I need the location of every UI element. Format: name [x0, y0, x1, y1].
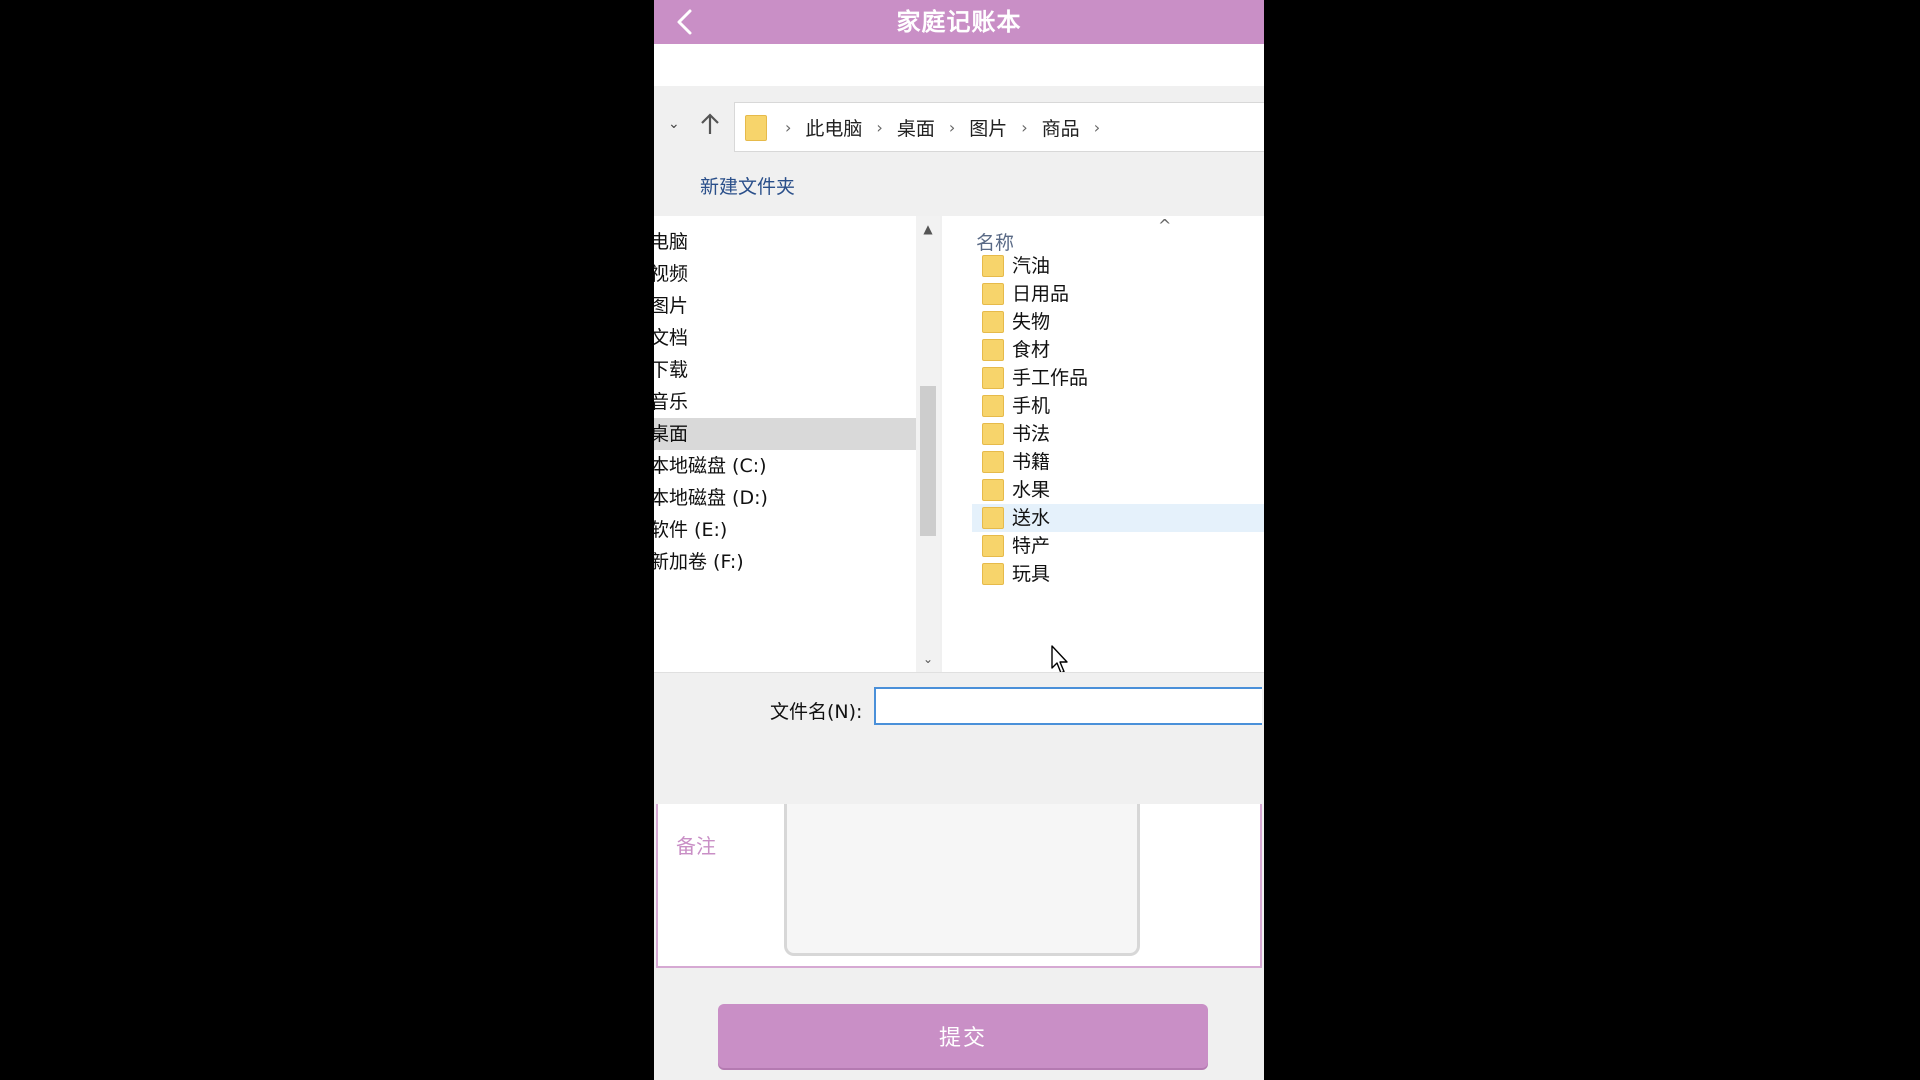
file-list: 名称 ^ 汽油日用品失物食材手工作品手机书法书籍水果送水特产玩具	[942, 216, 1264, 672]
folder-name: 日用品	[1012, 283, 1070, 305]
remark-textarea[interactable]	[784, 804, 1140, 956]
folder-name: 手工作品	[1012, 367, 1089, 389]
nav-item[interactable]: 桌面	[654, 418, 916, 450]
folder-icon	[982, 563, 1004, 585]
folder-icon	[982, 535, 1004, 557]
folder-name: 书法	[1012, 423, 1051, 445]
folder-name: 玩具	[1012, 563, 1051, 585]
folder-row[interactable]: 手工作品	[972, 364, 1264, 392]
folder-name: 书籍	[1012, 451, 1051, 473]
app-title: 家庭记账本	[896, 8, 1022, 36]
folder-icon	[982, 311, 1004, 333]
nav-item-label: 桌面	[654, 423, 689, 445]
file-open-dialog: ⌄ › 此电脑 › 桌面 › 图片 › 商品 › 新建文件夹 电脑 视频 图片 …	[654, 44, 1264, 805]
navigation-bar: ⌄ › 此电脑 › 桌面 › 图片 › 商品 ›	[654, 100, 1264, 152]
nav-item[interactable]: 本地磁盘 (D:)	[654, 482, 916, 514]
new-folder-button[interactable]: 新建文件夹	[700, 172, 795, 199]
folder-icon	[745, 115, 767, 141]
folder-icon	[982, 395, 1004, 417]
address-bar[interactable]: › 此电脑 › 桌面 › 图片 › 商品 ›	[734, 102, 1264, 152]
breadcrumb-desktop[interactable]: 桌面	[897, 114, 935, 141]
up-folder-button[interactable]	[698, 110, 722, 138]
nav-item-label: 下载	[654, 359, 689, 381]
sort-ascending-icon: ^	[1158, 216, 1172, 235]
folder-row[interactable]: 书籍	[972, 448, 1264, 476]
folder-icon	[982, 507, 1004, 529]
folder-name: 水果	[1012, 479, 1051, 501]
remark-label: 备注	[676, 834, 716, 858]
navigation-pane: 电脑视频图片文档下载音乐桌面本地磁盘 (C:) 本地磁盘 (D:) 软件 (E:) 新…	[654, 216, 916, 672]
folder-row[interactable]: 汽油	[972, 252, 1264, 280]
nav-item[interactable]: 电脑	[654, 226, 916, 258]
scrollbar-thumb[interactable]	[920, 386, 936, 536]
folder-icon	[982, 423, 1004, 445]
folder-row[interactable]: 书法	[972, 420, 1264, 448]
arrow-up-icon	[701, 113, 719, 134]
nav-item[interactable]: 文档	[654, 322, 916, 354]
chevron-right-icon: ›	[785, 117, 792, 137]
folder-row[interactable]: 送水	[972, 504, 1264, 532]
filename-label: 文件名(N):	[770, 701, 863, 723]
folder-row[interactable]: 玩具	[972, 560, 1264, 588]
chevron-right-icon[interactable]: ›	[1094, 118, 1100, 137]
folder-icon	[982, 283, 1004, 305]
nav-item[interactable]: 软件 (E:)	[654, 514, 916, 546]
breadcrumb-products[interactable]: 商品	[1042, 114, 1080, 141]
folder-name: 手机	[1012, 395, 1051, 417]
nav-item-label: 电脑	[654, 231, 689, 253]
submit-button[interactable]: 提交	[718, 1004, 1208, 1068]
recent-locations-dropdown[interactable]: ⌄	[668, 116, 680, 132]
nav-item-label: 本地磁盘 (D:)	[654, 487, 768, 509]
filename-area: 文件名(N):	[654, 672, 1264, 805]
remark-section: 备注	[656, 804, 1262, 968]
nav-item[interactable]: 图片	[654, 290, 916, 322]
folder-name: 食材	[1012, 339, 1051, 361]
folder-icon	[982, 367, 1004, 389]
dialog-toolbar: 新建文件夹	[654, 154, 1264, 214]
nav-item-label: 新加卷 (F:)	[654, 551, 744, 573]
chevron-right-icon[interactable]: ›	[949, 118, 955, 137]
phone-screen: 家庭记账本 ⌄ › 此电脑 › 桌面 › 图片 › 商品 › 新建文件夹 电脑 …	[654, 0, 1264, 1080]
dialog-top-area	[654, 44, 1264, 86]
nav-item-label: 软件 (E:)	[654, 519, 728, 541]
folder-row[interactable]: 日用品	[972, 280, 1264, 308]
chevron-right-icon[interactable]: ›	[1021, 118, 1027, 137]
nav-item[interactable]: 视频	[654, 258, 916, 290]
nav-item-label: 图片	[654, 295, 689, 317]
nav-item[interactable]: 音乐	[654, 386, 916, 418]
scroll-up-icon[interactable]: ▲	[921, 222, 935, 236]
folder-row[interactable]: 特产	[972, 532, 1264, 560]
folder-name: 失物	[1012, 311, 1051, 333]
folder-name: 送水	[1012, 507, 1051, 529]
folder-row[interactable]: 失物	[972, 308, 1264, 336]
chevron-right-icon[interactable]: ›	[876, 118, 882, 137]
nav-item[interactable]: 本地磁盘 (C:)	[654, 450, 916, 482]
scroll-down-icon[interactable]: ⌄	[921, 652, 935, 666]
breadcrumb: › 此电脑 › 桌面 › 图片 › 商品 ›	[771, 103, 1114, 151]
folder-row[interactable]: 水果	[972, 476, 1264, 504]
folder-row[interactable]: 食材	[972, 336, 1264, 364]
folder-icon	[982, 479, 1004, 501]
filename-input[interactable]	[874, 687, 1262, 725]
nav-item[interactable]: 下载	[654, 354, 916, 386]
nav-item-label: 视频	[654, 263, 689, 285]
nav-item-label: 本地磁盘 (C:)	[654, 455, 767, 477]
nav-item[interactable]: 新加卷 (F:)	[654, 546, 916, 578]
folder-row[interactable]: 手机	[972, 392, 1264, 420]
column-header-name[interactable]: 名称	[976, 228, 1014, 255]
folder-name: 特产	[1012, 535, 1051, 557]
folder-icon	[982, 255, 1004, 277]
breadcrumb-this-pc[interactable]: 此电脑	[805, 114, 862, 141]
folder-icon	[982, 451, 1004, 473]
folder-icon	[982, 339, 1004, 361]
navigation-scrollbar[interactable]: ▲ ⌄	[916, 216, 940, 672]
nav-item-label: 音乐	[654, 391, 689, 413]
app-header: 家庭记账本	[654, 0, 1264, 45]
folder-name: 汽油	[1012, 255, 1051, 277]
nav-item-label: 文档	[654, 327, 689, 349]
breadcrumb-pictures[interactable]: 图片	[969, 114, 1007, 141]
